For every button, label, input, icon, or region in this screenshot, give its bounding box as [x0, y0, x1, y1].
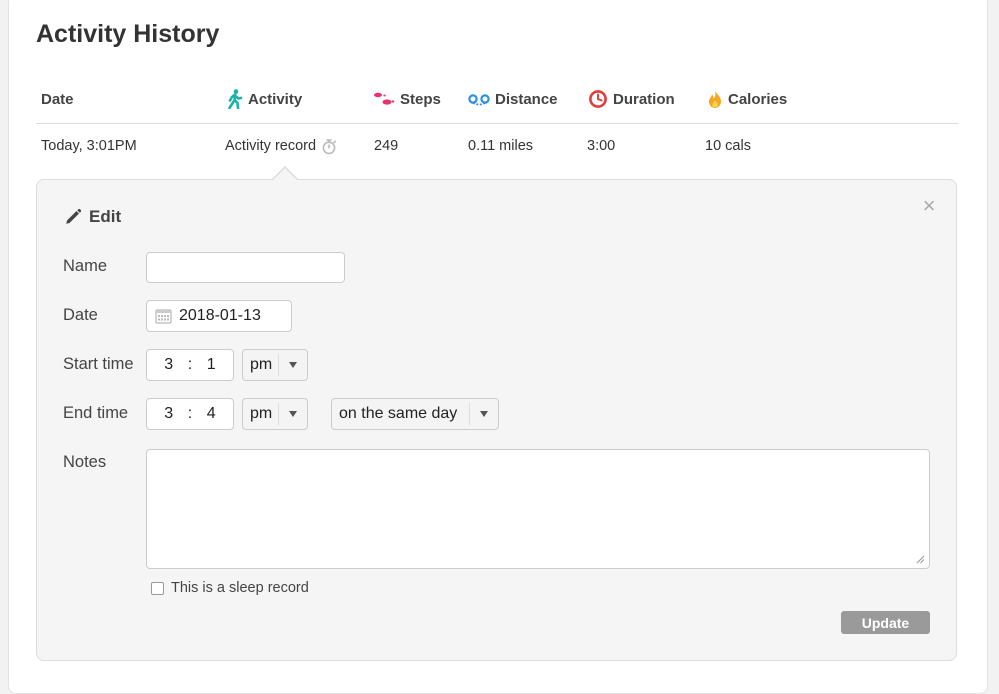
header-duration-label: Duration: [613, 90, 675, 108]
header-distance-label: Distance: [495, 90, 558, 108]
stopwatch-icon: [322, 138, 337, 154]
row-date: Today, 3:01PM: [41, 138, 137, 154]
date-label: Date: [63, 306, 98, 324]
name-input[interactable]: [146, 252, 345, 283]
notes-textarea[interactable]: [146, 449, 930, 569]
header-activity[interactable]: Activity: [227, 89, 302, 109]
walker-icon: [228, 89, 243, 109]
row-activity-label: Activity record: [225, 138, 317, 154]
edit-title: Edit: [89, 207, 122, 226]
start-minute[interactable]: 1: [207, 356, 216, 374]
update-button[interactable]: Update: [841, 611, 930, 634]
sleep-record-checkbox[interactable]: [151, 581, 164, 595]
header-duration[interactable]: Duration: [588, 89, 675, 109]
start-ampm-value: pm: [250, 356, 273, 373]
end-time-separator: :: [187, 405, 193, 422]
end-hour[interactable]: 3: [164, 405, 173, 423]
pencil-icon: [66, 208, 82, 224]
close-icon: ×: [922, 193, 936, 218]
notes-label: Notes: [63, 453, 107, 471]
header-distance[interactable]: Distance: [468, 89, 558, 109]
header-steps-label: Steps: [400, 90, 441, 108]
start-time-input[interactable]: 3 : 1: [146, 349, 234, 381]
header-activity-label: Activity: [248, 90, 303, 108]
end-time-input[interactable]: 3 : 4: [146, 398, 234, 430]
edit-heading: Edit: [64, 207, 121, 227]
end-ampm-value: pm: [250, 405, 273, 422]
close-button[interactable]: ×: [919, 193, 939, 218]
flame-icon: [709, 90, 721, 108]
end-time-label: End time: [63, 404, 129, 422]
sleep-record-label: This is a sleep record: [171, 580, 309, 596]
calendar-icon: [155, 309, 172, 324]
header-calories-label: Calories: [728, 90, 788, 108]
sleep-record-option[interactable]: This is a sleep record: [151, 580, 309, 596]
start-time-label: Start time: [63, 355, 134, 373]
row-steps: 249: [374, 138, 399, 154]
start-ampm-select[interactable]: pm: [242, 349, 308, 381]
footprints-icon: [374, 92, 395, 105]
header-calories[interactable]: Calories: [707, 89, 787, 109]
name-label: Name: [63, 257, 108, 275]
chevron-down-icon: [469, 403, 498, 425]
resize-grip-icon[interactable]: [915, 554, 925, 564]
row-calories: 10 cals: [705, 138, 751, 154]
end-ampm-select[interactable]: pm: [242, 398, 308, 430]
route-icon: [468, 94, 490, 106]
date-value: 2018-01-13: [179, 307, 261, 324]
table-divider: [36, 123, 958, 124]
row-distance: 0.11 miles: [468, 138, 534, 154]
end-day-select[interactable]: on the same day: [331, 398, 499, 430]
date-input[interactable]: 2018-01-13: [146, 300, 292, 332]
start-time-separator: :: [187, 356, 193, 373]
header-date[interactable]: Date: [41, 89, 74, 109]
end-day-value: on the same day: [339, 405, 458, 422]
chevron-down-icon: [278, 354, 307, 376]
start-hour[interactable]: 3: [164, 356, 173, 374]
row-activity[interactable]: Activity record: [225, 137, 337, 155]
edit-panel-pointer-fill: [272, 168, 298, 181]
chevron-down-icon: [278, 403, 307, 425]
row-duration: 3:00: [587, 138, 616, 154]
end-minute[interactable]: 4: [207, 405, 216, 423]
clock-icon: [589, 90, 607, 108]
header-steps[interactable]: Steps: [373, 89, 441, 109]
page-title: Activity History: [36, 20, 220, 48]
header-date-label: Date: [41, 90, 74, 108]
